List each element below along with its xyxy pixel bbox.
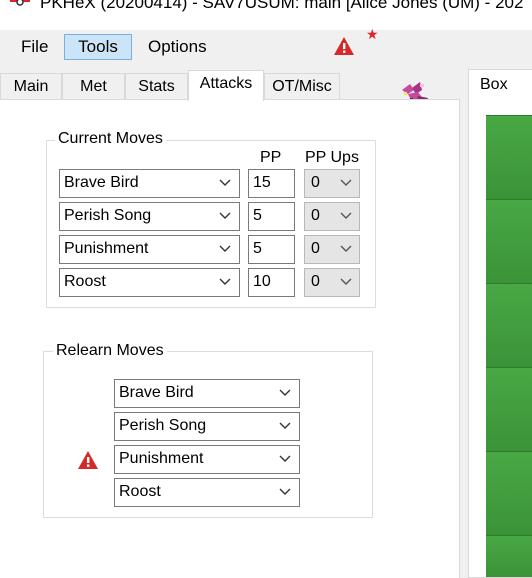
warning-icon[interactable] xyxy=(333,36,355,56)
box-tab-label: Box xyxy=(480,76,508,93)
move-1-value: Brave Bird xyxy=(64,174,139,191)
tab-met[interactable]: Met xyxy=(62,73,125,100)
box-slot[interactable] xyxy=(486,199,532,283)
move-4-ppups-value: 0 xyxy=(311,273,320,290)
relearn-3-select[interactable]: Punishment xyxy=(114,445,300,474)
tab-attacks[interactable]: Attacks xyxy=(188,70,264,101)
chevron-down-icon xyxy=(279,389,291,396)
chevron-down-icon xyxy=(279,455,291,462)
menu-file[interactable]: File xyxy=(12,34,57,60)
move-2-pp[interactable]: 5 xyxy=(248,202,295,231)
move-3-pp-value: 5 xyxy=(253,240,262,257)
menu-tools[interactable]: Tools xyxy=(64,34,132,60)
tab-box[interactable]: Box xyxy=(468,69,532,102)
move-1-ppups[interactable]: 0 xyxy=(304,169,360,198)
chevron-down-icon xyxy=(340,179,352,186)
box-slot[interactable] xyxy=(486,367,532,451)
box-slot-grid xyxy=(486,115,532,577)
window-title: PKHeX (20200414) - SAV7USUM: main [Alice… xyxy=(40,0,524,12)
pokeball-app-icon xyxy=(10,0,30,10)
move-4-ppups[interactable]: 0 xyxy=(304,268,360,297)
chevron-down-icon xyxy=(219,245,231,252)
move-2-ppups[interactable]: 0 xyxy=(304,202,360,231)
move-4-value: Roost xyxy=(64,273,106,290)
box-slot[interactable] xyxy=(486,451,532,535)
chevron-down-icon xyxy=(340,212,352,219)
move-4-select[interactable]: Roost xyxy=(59,268,240,297)
star-icon: ★ xyxy=(366,26,379,42)
move-1-pp-value: 15 xyxy=(253,174,271,191)
title-bar: PKHeX (20200414) - SAV7USUM: main [Alice… xyxy=(0,0,532,30)
move-1-pp[interactable]: 15 xyxy=(248,169,295,198)
pp-header: PP xyxy=(260,149,282,166)
chevron-down-icon xyxy=(219,212,231,219)
chevron-down-icon xyxy=(340,278,352,285)
relearn-4-select[interactable]: Roost xyxy=(114,478,300,507)
move-3-value: Punishment xyxy=(64,240,149,257)
move-3-pp[interactable]: 5 xyxy=(248,235,295,264)
chevron-down-icon xyxy=(279,488,291,495)
relearn-warning-icon[interactable] xyxy=(77,450,99,470)
tab-stats[interactable]: Stats xyxy=(125,73,188,100)
box-slot[interactable] xyxy=(486,283,532,367)
chevron-down-icon xyxy=(219,278,231,285)
move-2-ppups-value: 0 xyxy=(311,207,320,224)
editor-tabs: Main Met Stats Attacks OT/Misc xyxy=(0,70,370,101)
tab-main[interactable]: Main xyxy=(0,73,62,100)
menu-bar: File Tools Options xyxy=(0,30,532,64)
move-4-pp-value: 10 xyxy=(253,273,271,290)
move-2-value: Perish Song xyxy=(64,207,152,224)
tab-ot-misc[interactable]: OT/Misc xyxy=(264,73,340,100)
box-area: Box xyxy=(462,64,532,578)
current-moves-legend: Current Moves xyxy=(55,130,166,148)
box-slot[interactable] xyxy=(486,535,532,577)
move-2-select[interactable]: Perish Song xyxy=(59,202,240,231)
move-3-select[interactable]: Punishment xyxy=(59,235,240,264)
move-3-ppups[interactable]: 0 xyxy=(304,235,360,264)
move-3-ppups-value: 0 xyxy=(311,240,320,257)
move-1-select[interactable]: Brave Bird xyxy=(59,169,240,198)
relearn-1-select[interactable]: Brave Bird xyxy=(114,379,300,408)
relearn-2-value: Perish Song xyxy=(119,417,207,434)
relearn-1-value: Brave Bird xyxy=(119,384,194,401)
menu-options[interactable]: Options xyxy=(139,34,216,60)
chevron-down-icon xyxy=(219,179,231,186)
move-1-ppups-value: 0 xyxy=(311,174,320,191)
ppups-header: PP Ups xyxy=(305,149,359,166)
box-slot[interactable] xyxy=(486,115,532,199)
chevron-down-icon xyxy=(279,422,291,429)
relearn-3-value: Punishment xyxy=(119,450,204,467)
relearn-moves-legend: Relearn Moves xyxy=(53,342,167,360)
move-4-pp[interactable]: 10 xyxy=(248,268,295,297)
relearn-2-select[interactable]: Perish Song xyxy=(114,412,300,441)
move-2-pp-value: 5 xyxy=(253,207,262,224)
relearn-4-value: Roost xyxy=(119,483,161,500)
chevron-down-icon xyxy=(340,245,352,252)
